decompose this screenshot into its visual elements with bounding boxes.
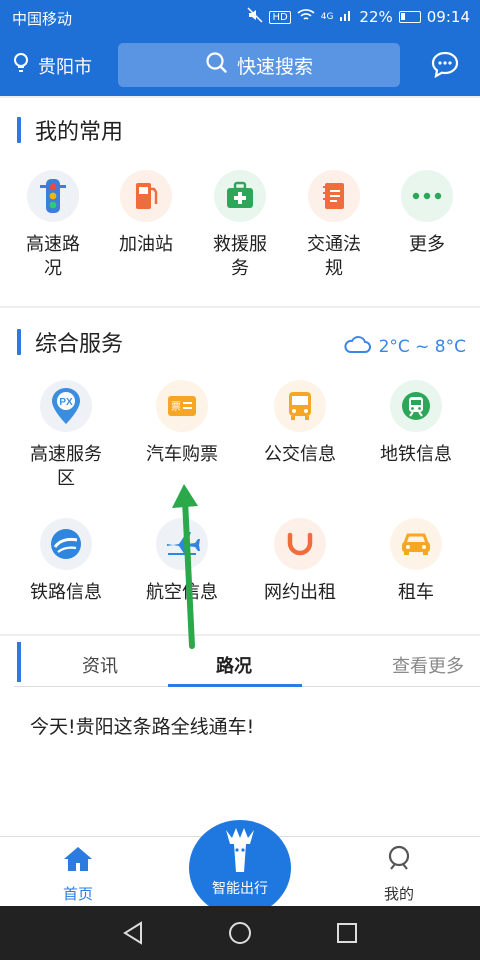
hd-badge: HD bbox=[269, 10, 291, 24]
signal-icon bbox=[339, 8, 353, 26]
temperature-range: 2°C ~ 8°C bbox=[378, 336, 466, 357]
tab-accent-bar bbox=[17, 642, 21, 682]
battery-percent: 22% bbox=[359, 8, 393, 26]
chat-bubble-icon bbox=[430, 51, 460, 84]
status-bar: 中国移动 HD 4G 22% 09:14 bbox=[0, 0, 480, 34]
nav-home[interactable]: 首页 bbox=[62, 845, 94, 904]
search-placeholder: 快速搜索 bbox=[236, 55, 313, 78]
tab-news[interactable]: 资讯 bbox=[82, 652, 118, 678]
status-icons: HD 4G 22% 09:14 bbox=[247, 7, 470, 27]
gas-station-icon bbox=[120, 170, 172, 222]
home-circle-icon[interactable] bbox=[228, 921, 252, 949]
profile-icon bbox=[385, 845, 413, 877]
first-aid-kit-icon bbox=[214, 170, 266, 222]
svg-text:PX: PX bbox=[59, 397, 73, 408]
mascot-icon bbox=[218, 826, 262, 878]
news-panel: 资讯 路况 查看更多 今天!贵阳这条路全线通车! bbox=[0, 636, 480, 836]
recents-icon[interactable] bbox=[336, 922, 358, 948]
wifi-icon bbox=[297, 8, 315, 26]
ride-hailing-icon bbox=[274, 518, 326, 570]
message-button[interactable] bbox=[430, 50, 460, 84]
svc-railway-info[interactable]: 铁路信息 bbox=[6, 518, 126, 605]
svc-service-area[interactable]: PX 高速服务区 bbox=[6, 380, 126, 491]
active-tab-underline bbox=[168, 684, 302, 687]
svc-bus-ticket[interactable]: 票 汽车购票 bbox=[122, 380, 242, 467]
home-icon bbox=[62, 845, 94, 877]
tab-road-conditions[interactable]: 路况 bbox=[216, 652, 252, 678]
traffic-light-icon bbox=[27, 170, 79, 222]
weather-widget[interactable]: 2°C ~ 8°C bbox=[343, 334, 466, 359]
nav-home-label: 首页 bbox=[62, 885, 93, 903]
smart-travel-button[interactable]: 智能出行 bbox=[189, 820, 291, 916]
railway-icon bbox=[40, 518, 92, 570]
network-type: 4G bbox=[320, 12, 334, 22]
app-header: 贵阳市 快速搜索 bbox=[0, 34, 480, 96]
back-icon[interactable] bbox=[122, 921, 144, 949]
rental-car-icon bbox=[390, 518, 442, 570]
service-area-pin-icon: PX bbox=[40, 380, 92, 432]
svg-text:票: 票 bbox=[171, 401, 181, 413]
carrier-name: 中国移动 bbox=[12, 10, 73, 28]
fav-more[interactable]: 更多 bbox=[367, 170, 480, 257]
nav-mine-label: 我的 bbox=[384, 885, 415, 903]
city-name: 贵阳市 bbox=[38, 56, 92, 78]
city-selector[interactable]: 贵阳市 bbox=[12, 52, 92, 79]
nav-mine[interactable]: 我的 bbox=[384, 845, 414, 904]
mute-icon bbox=[247, 7, 264, 27]
news-headline[interactable]: 今天!贵阳这条路全线通车! bbox=[30, 712, 254, 739]
svc-metro-info[interactable]: 地铁信息 bbox=[356, 380, 476, 467]
services-title: 综合服务 bbox=[17, 326, 123, 358]
search-icon bbox=[205, 51, 229, 80]
location-bulb-icon bbox=[12, 52, 30, 79]
system-navigation-bar bbox=[0, 906, 480, 960]
annotation-arrow-icon bbox=[172, 484, 198, 649]
see-more-link[interactable]: 查看更多 bbox=[392, 652, 464, 678]
svc-ride-hailing[interactable]: 网约出租 bbox=[240, 518, 360, 605]
battery-icon bbox=[398, 11, 421, 23]
bus-icon bbox=[274, 380, 326, 432]
cloud-icon bbox=[343, 334, 371, 359]
smart-travel-label: 智能出行 bbox=[212, 881, 268, 897]
more-dots-icon bbox=[401, 170, 453, 222]
favorites-title: 我的常用 bbox=[17, 114, 123, 146]
metro-icon bbox=[390, 380, 442, 432]
svc-bus-info[interactable]: 公交信息 bbox=[240, 380, 360, 467]
bus-ticket-icon: 票 bbox=[156, 380, 208, 432]
clock: 09:14 bbox=[426, 8, 470, 26]
svc-car-rental[interactable]: 租车 bbox=[356, 518, 476, 605]
law-book-icon bbox=[308, 170, 360, 222]
search-bar[interactable]: 快速搜索 bbox=[118, 43, 400, 87]
